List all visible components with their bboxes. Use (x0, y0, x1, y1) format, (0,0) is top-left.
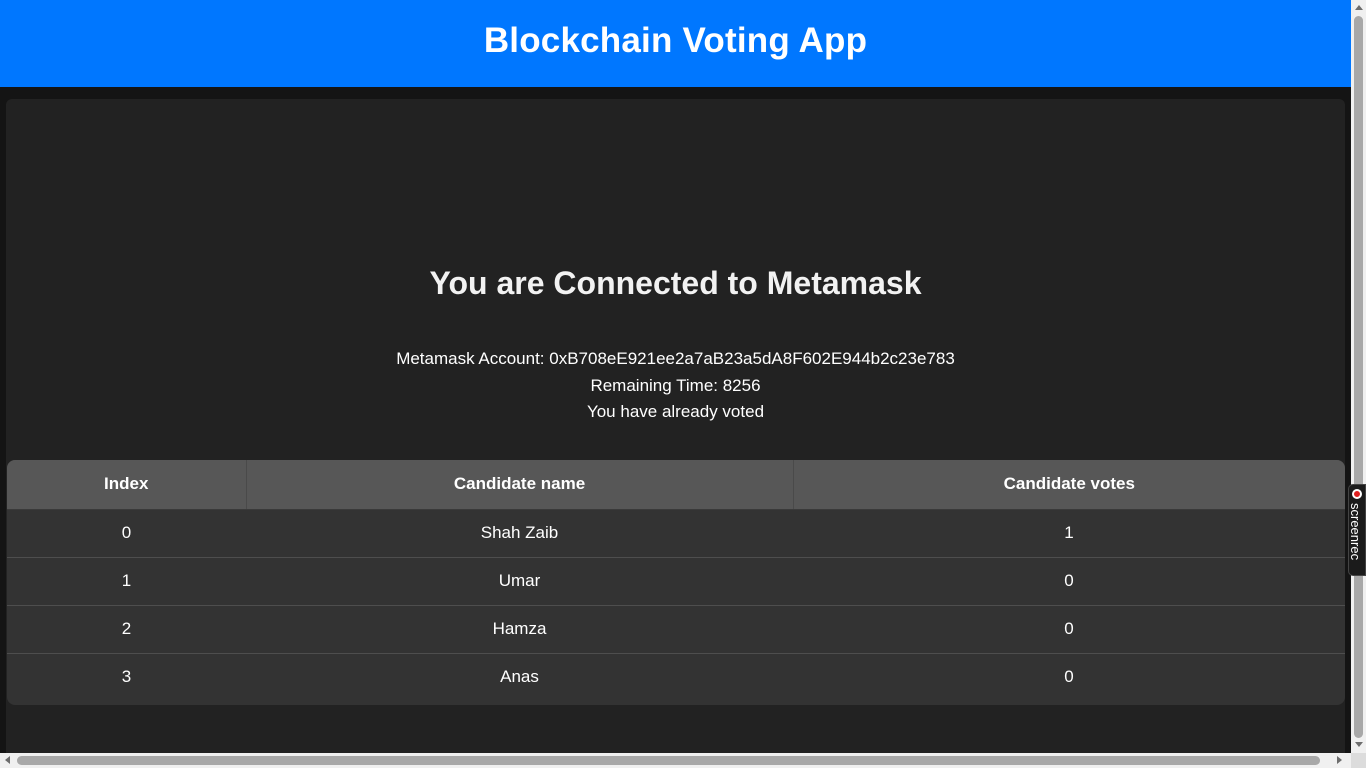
candidate-index-cell: 2 (7, 605, 246, 654)
candidate-index-cell: 0 (7, 509, 246, 558)
vertical-scroll-thumb[interactable] (1354, 16, 1363, 738)
table-row: 3 Anas 0 (7, 653, 1345, 701)
connected-panel: You are Connected to Metamask Metamask A… (6, 99, 1345, 753)
candidate-votes-cell: 1 (793, 509, 1345, 558)
candidate-votes-cell: 0 (1064, 667, 1074, 687)
candidates-table: Index Candidate name Candidate votes 0 S… (7, 460, 1345, 701)
candidates-table-container: Index Candidate name Candidate votes 0 S… (7, 460, 1345, 705)
column-header-candidate-votes: Candidate votes (793, 460, 1345, 510)
vertical-scrollbar[interactable] (1351, 0, 1366, 753)
scroll-right-arrow-icon[interactable] (1337, 756, 1342, 764)
column-header-index: Index (7, 460, 247, 510)
candidate-name-cell: Hamza (246, 605, 793, 654)
candidate-name-cell: Shah Zaib (246, 509, 793, 558)
screen-recorder-widget[interactable]: screenrec (1348, 484, 1366, 576)
scrollbar-corner (1351, 753, 1366, 768)
candidate-name-cell: Umar (246, 557, 793, 606)
metamask-account-text: Metamask Account: 0xB708eE921ee2a7aB23a5… (396, 349, 955, 368)
scroll-left-arrow-icon[interactable] (5, 756, 10, 764)
horizontal-scroll-thumb[interactable] (17, 756, 1320, 765)
vote-status-text: You have already voted (586, 402, 765, 421)
table-header-row: Index Candidate name Candidate votes (7, 460, 1345, 510)
table-row: 1 Umar 0 (7, 557, 1345, 606)
scroll-up-arrow-icon[interactable] (1355, 5, 1363, 10)
table-row: 0 Shah Zaib 1 (7, 509, 1345, 558)
candidate-votes-cell: 0 (793, 605, 1345, 654)
connection-heading: You are Connected to Metamask (429, 265, 922, 301)
app-header: Blockchain Voting App (0, 0, 1351, 87)
remaining-time-text: Remaining Time: 8256 (590, 376, 761, 395)
candidate-votes-cell: 0 (793, 557, 1345, 606)
app-title: Blockchain Voting App (483, 20, 868, 60)
horizontal-scrollbar[interactable] (0, 753, 1351, 768)
table-row: 2 Hamza 0 (7, 605, 1345, 654)
column-header-candidate-name: Candidate name (246, 460, 794, 510)
scroll-down-arrow-icon[interactable] (1355, 742, 1363, 747)
candidate-index-cell: 1 (7, 557, 246, 606)
candidate-name-cell: Anas (500, 667, 539, 687)
browser-viewport: Blockchain Voting App You are Connected … (0, 0, 1351, 753)
recorder-label: screenrec (1348, 503, 1363, 561)
record-icon (1352, 489, 1362, 499)
candidate-index-cell: 3 (121, 667, 132, 687)
